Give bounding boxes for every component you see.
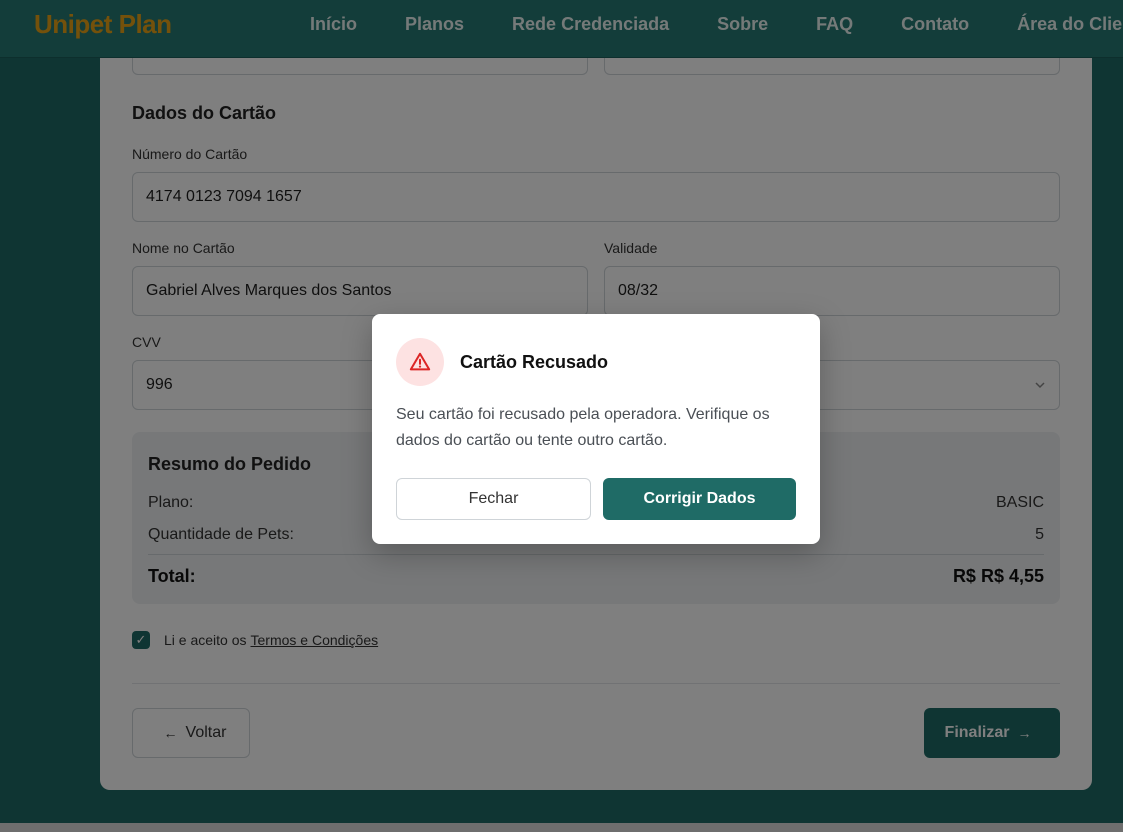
card-declined-dialog: Cartão Recusado Seu cartão foi recusado … (372, 314, 820, 544)
dialog-title: Cartão Recusado (460, 352, 609, 372)
dialog-message: Seu cartão foi recusado pela operadora. … (396, 406, 770, 449)
warning-icon-badge (396, 338, 444, 386)
close-button[interactable]: Fechar (396, 478, 591, 520)
fix-data-button[interactable]: Corrigir Dados (603, 478, 796, 520)
warning-icon (409, 352, 431, 371)
